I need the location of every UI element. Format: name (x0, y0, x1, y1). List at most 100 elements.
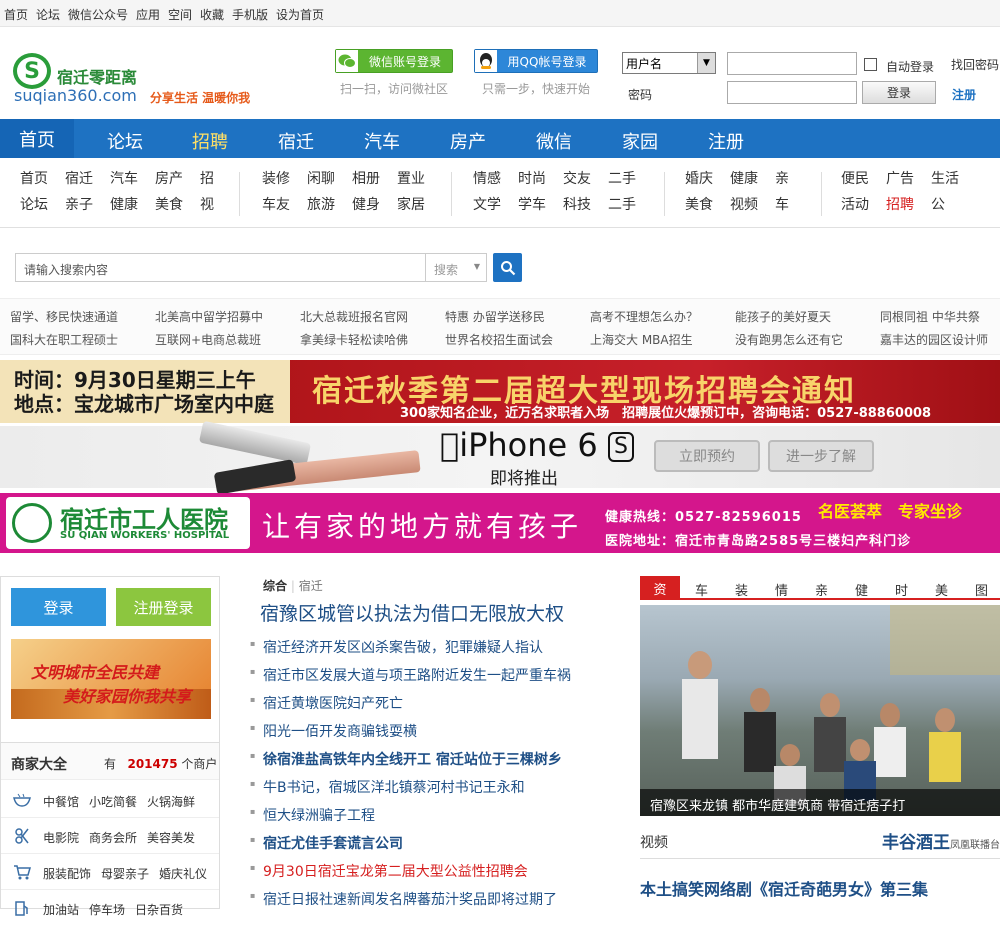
news-item[interactable]: 徐宿淮盐高铁年内全线开工 宿迁站位于三棵树乡 (250, 749, 562, 769)
job-fair-banner[interactable]: 时间：9月30日星期三上午 地点：宝龙城市广场室内中庭 宿迁秋季第二届超大型现场… (0, 360, 1000, 423)
ad-link[interactable]: 嘉丰达的园区设计师 (880, 331, 988, 348)
news-headline[interactable]: 宿豫区城管以执法为借口无限放大权 (260, 599, 564, 626)
top-link-wechat[interactable]: 微信公众号 (68, 6, 128, 23)
search-input[interactable]: 请输入搜索内容 (15, 253, 426, 282)
tab-photo-6[interactable]: 健 (855, 580, 868, 599)
username-input[interactable] (727, 52, 857, 75)
subnav-link[interactable]: 宿迁 (65, 168, 110, 188)
subnav-link[interactable]: 闲聊 (307, 168, 352, 188)
qq-login-button[interactable]: 用QQ帐号登录 (474, 49, 598, 73)
ad-link[interactable]: 世界名校招生面试会 (445, 331, 553, 348)
wechat-login-button[interactable]: 微信账号登录 (335, 49, 453, 73)
video-news-link[interactable]: 本土搞笑网络剧《宿迁奇葩男女》第三集 (640, 876, 928, 900)
subnav-link[interactable]: 首页 (20, 168, 65, 188)
nav-suqian[interactable]: 宿迁 (278, 128, 314, 154)
tab-photo-9[interactable]: 图 (975, 580, 988, 599)
news-photo[interactable]: 宿豫区来龙镇 都市华庭建筑商 带宿迁痞子打 (640, 605, 1000, 816)
password-input[interactable] (727, 81, 857, 104)
nav-wechat[interactable]: 微信 (536, 128, 572, 154)
nav-house[interactable]: 房产 (450, 128, 486, 154)
merchant-link[interactable]: 商务会所 (89, 829, 137, 846)
subnav-link-jobs[interactable]: 招聘 (886, 194, 931, 214)
ad-link[interactable]: 互联网+电商总裁班 (155, 331, 261, 348)
subnav-link[interactable]: 生活 (931, 168, 959, 188)
nav-jobs[interactable]: 招聘 (192, 128, 228, 154)
subnav-link[interactable]: 装修 (262, 168, 307, 188)
sidebar-register-button[interactable]: 注册登录 (116, 588, 211, 626)
nav-home[interactable]: 首页 (0, 119, 74, 158)
ad-link[interactable]: 能孩子的美好夏天 (735, 308, 831, 325)
subnav-link[interactable]: 活动 (841, 194, 886, 214)
subnav-link[interactable]: 便民 (841, 168, 886, 188)
ad-link[interactable]: 北大总裁班报名官网 (300, 308, 408, 325)
ad-link[interactable]: 上海交大 MBA招生 (590, 331, 693, 348)
subnav-link[interactable]: 婚庆 (685, 168, 730, 188)
subnav-link[interactable]: 文学 (473, 194, 518, 214)
top-link-favorite[interactable]: 收藏 (200, 6, 224, 23)
ad-link[interactable]: 北美高中留学招募中 (155, 308, 263, 325)
subnav-link[interactable]: 车友 (262, 194, 307, 214)
subnav-link[interactable]: 置业 (397, 168, 425, 188)
subnav-link[interactable]: 交友 (563, 168, 608, 188)
tab-photo-3[interactable]: 装 (735, 580, 748, 599)
merchant-link[interactable]: 停车场 (89, 901, 125, 918)
search-type-select[interactable]: 搜索 ▼ (426, 253, 487, 282)
nav-auto[interactable]: 汽车 (364, 128, 400, 154)
hospital-banner[interactable]: 宿迁市工人医院 SU QIAN WORKERS' HOSPITAL 让有家的地方… (0, 493, 1000, 553)
ad-link[interactable]: 没有跑男怎么还有它 (735, 331, 843, 348)
news-item[interactable]: 宿迁日报社速新闻发名牌蕃茄汁奖品即将过期了 (250, 889, 557, 909)
subnav-link[interactable]: 视 (200, 194, 214, 214)
subnav-link[interactable]: 美食 (685, 194, 730, 214)
register-link[interactable]: 注册 (952, 86, 976, 103)
subnav-link[interactable]: 相册 (352, 168, 397, 188)
subnav-link[interactable]: 二手 (608, 168, 636, 188)
subnav-link[interactable]: 车 (775, 194, 789, 214)
learn-more-button[interactable]: 进一步了解 (768, 440, 874, 472)
logo-icon[interactable]: S (13, 53, 51, 89)
news-item[interactable]: 牛B书记，宿城区洋北镇蔡河村书记王永和 (250, 777, 525, 797)
ad-link[interactable]: 国科大在职工程硕士 (10, 331, 118, 348)
merchant-link[interactable]: 母婴亲子 (101, 865, 149, 882)
news-item[interactable]: 阳光一佰开发商骗钱耍横 (250, 721, 417, 741)
subnav-link[interactable]: 广告 (886, 168, 931, 188)
top-link-set-home[interactable]: 设为首页 (276, 6, 324, 23)
merchant-link[interactable]: 中餐馆 (43, 793, 79, 810)
subnav-link[interactable]: 视频 (730, 194, 775, 214)
tab-photo-2[interactable]: 车 (695, 580, 708, 599)
merchant-link[interactable]: 婚庆礼仪 (159, 865, 207, 882)
tab-photo-4[interactable]: 情 (775, 580, 788, 599)
merchant-link[interactable]: 电影院 (43, 829, 79, 846)
ad-link[interactable]: 留学、移民快速通道 (10, 308, 118, 325)
merchant-link[interactable]: 美容美发 (147, 829, 195, 846)
iphone-banner[interactable]: iPhone 6 S 即将推出 立即预约 进一步了解 (0, 420, 1000, 495)
subnav-link[interactable]: 情感 (473, 168, 518, 188)
tab-photo-7[interactable]: 时 (895, 580, 908, 599)
civic-promo-banner[interactable]: 文明城市全民共建 美好家园你我共享 (11, 639, 211, 719)
news-item[interactable]: 宿迁市区发展大道与项王路附近发生一起严重车祸 (250, 665, 571, 685)
login-button[interactable]: 登录 (862, 81, 936, 104)
nav-forum[interactable]: 论坛 (107, 128, 143, 154)
tab-suqian[interactable]: 宿迁 (299, 579, 323, 593)
news-item[interactable]: 宿迁尤佳手套谎言公司 (250, 833, 403, 853)
tab-general[interactable]: 综合 (263, 579, 287, 593)
top-link-home[interactable]: 首页 (4, 6, 28, 23)
news-item[interactable]: 宿迁黄墩医院妇产死亡 (250, 693, 403, 713)
auto-login-label[interactable]: 自动登录 (886, 58, 934, 75)
subnav-link[interactable]: 美食 (155, 194, 200, 214)
subnav-link[interactable]: 家居 (397, 194, 425, 214)
top-link-forum[interactable]: 论坛 (36, 6, 60, 23)
merchant-link[interactable]: 小吃简餐 (89, 793, 137, 810)
top-link-space[interactable]: 空间 (168, 6, 192, 23)
nav-register[interactable]: 注册 (708, 128, 744, 154)
subnav-link[interactable]: 旅游 (307, 194, 352, 214)
top-link-mobile[interactable]: 手机版 (232, 6, 268, 23)
subnav-link[interactable]: 招 (200, 168, 214, 188)
subnav-link[interactable]: 二手 (608, 194, 636, 214)
ad-link[interactable]: 特惠 办留学送移民 (445, 308, 545, 325)
subnav-link[interactable]: 健身 (352, 194, 397, 214)
ad-link[interactable]: 拿美绿卡轻松读哈佛 (300, 331, 408, 348)
forgot-password-link[interactable]: 找回密码 (951, 56, 999, 73)
merchant-link[interactable]: 日杂百货 (135, 901, 183, 918)
login-type-select[interactable]: 用户名 ▼ (622, 52, 716, 74)
auto-login-checkbox[interactable] (864, 58, 877, 71)
